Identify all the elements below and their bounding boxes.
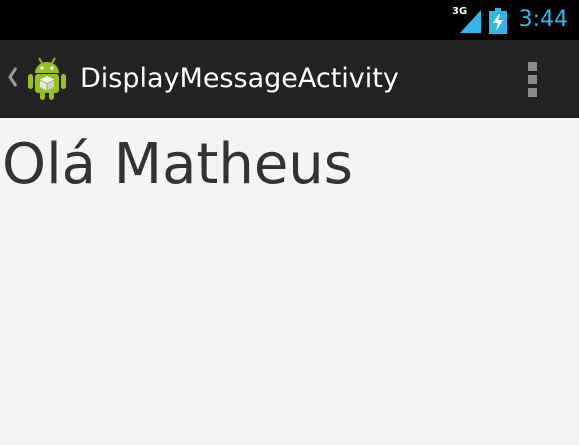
status-bar: 3G 3:44 — [0, 0, 579, 40]
overflow-menu-button[interactable] — [516, 52, 550, 106]
status-time: 3:44 — [518, 7, 568, 32]
message-text: Olá Matheus — [2, 132, 353, 197]
android-app-icon — [28, 57, 66, 100]
action-bar: DisplayMessageActivity — [0, 40, 579, 118]
signal-icon — [460, 10, 481, 33]
activity-title: DisplayMessageActivity — [80, 63, 399, 94]
battery-charging-icon — [489, 8, 507, 34]
content-area: Olá Matheus — [0, 118, 579, 445]
back-caret-icon — [8, 67, 18, 87]
up-navigation-button[interactable] — [0, 40, 72, 118]
